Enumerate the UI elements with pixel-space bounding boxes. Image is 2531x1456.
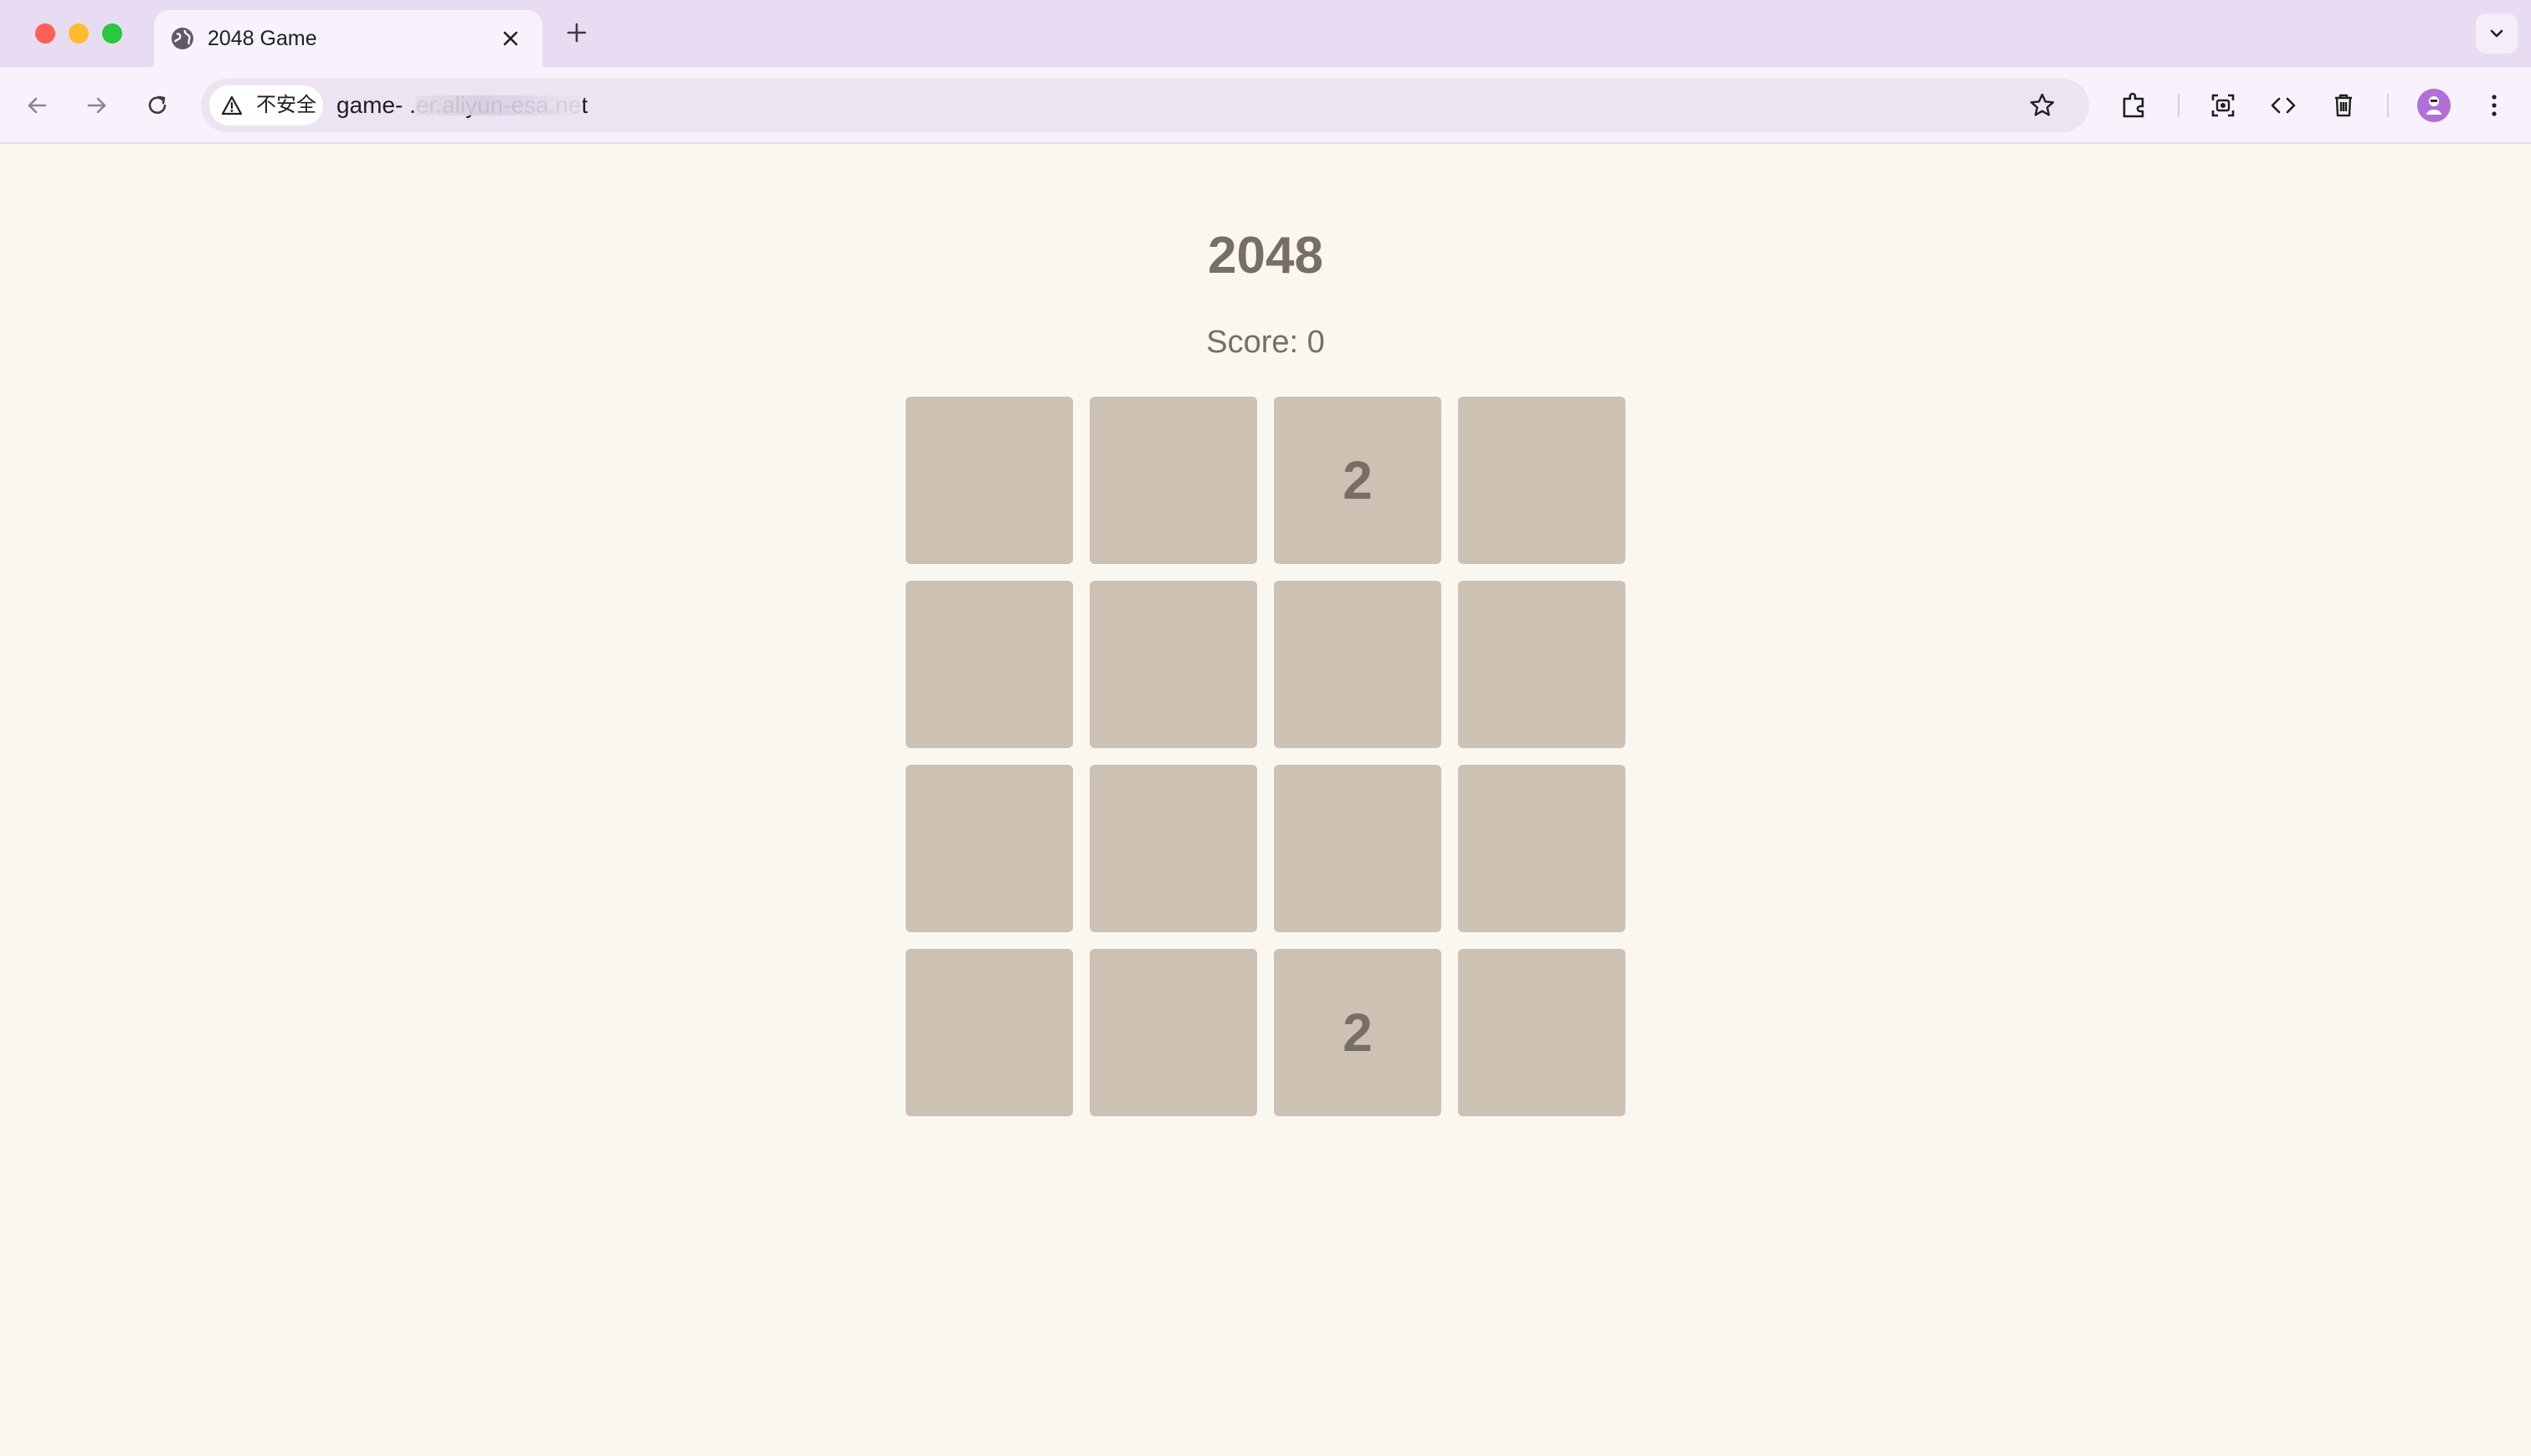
trash-icon[interactable] [2327,89,2360,122]
tab-strip: 2048 Game [0,0,2531,67]
tile [906,397,1073,564]
tab-search-button[interactable] [2476,13,2518,54]
tile [1458,765,1625,932]
tile [906,765,1073,932]
toolbar-separator [2178,94,2179,117]
tile [1274,581,1441,748]
tile [1090,765,1257,932]
security-chip[interactable]: 不安全 [209,85,323,126]
browser-tab[interactable]: 2048 Game [154,10,542,67]
address-bar[interactable]: 不安全 game- .er.aliyun-esa.net [201,79,2089,132]
security-label: 不安全 [256,94,316,116]
tile [906,581,1073,748]
game-page: 2048 Score: 0 2 2 [0,146,2531,1456]
tab-title: 2048 Game [208,27,317,50]
tile [1090,949,1257,1116]
tile [1274,765,1441,932]
avatar[interactable] [2417,89,2451,122]
game-board[interactable]: 2 2 [906,397,1625,1116]
game-title: 2048 [1208,227,1323,285]
screenshot-icon[interactable] [2206,89,2240,122]
maximize-window-button[interactable] [102,23,122,44]
plus-icon[interactable] [562,18,591,47]
more-icon[interactable] [2477,89,2511,122]
warning-icon [221,95,243,115]
tile: 2 [1274,397,1441,564]
back-icon[interactable] [22,90,52,120]
close-icon[interactable] [501,28,521,49]
tile [906,949,1073,1116]
chevron-down-icon [2490,29,2503,38]
tile [1090,397,1257,564]
tile [1458,397,1625,564]
star-icon[interactable] [2027,90,2057,120]
profile-icon [2426,96,2441,115]
code-icon[interactable] [2267,89,2300,122]
tile [1458,581,1625,748]
redacted-url-segment [415,95,583,115]
tile [1458,949,1625,1116]
score-value: 0 [1307,325,1325,360]
score-display: Score: 0 [0,325,2531,361]
toolbar-separator [2387,94,2389,117]
globe-icon [172,28,193,49]
browser-toolbar: 不安全 game- .er.aliyun-esa.net [0,67,2531,144]
score-label: Score: [1206,325,1299,360]
close-window-button[interactable] [35,23,55,44]
extensions-icon[interactable] [2118,89,2151,122]
tile [1090,581,1257,748]
reload-icon[interactable] [142,90,172,120]
minimize-window-button[interactable] [69,23,89,44]
tile: 2 [1274,949,1441,1116]
forward-icon[interactable] [82,90,112,120]
